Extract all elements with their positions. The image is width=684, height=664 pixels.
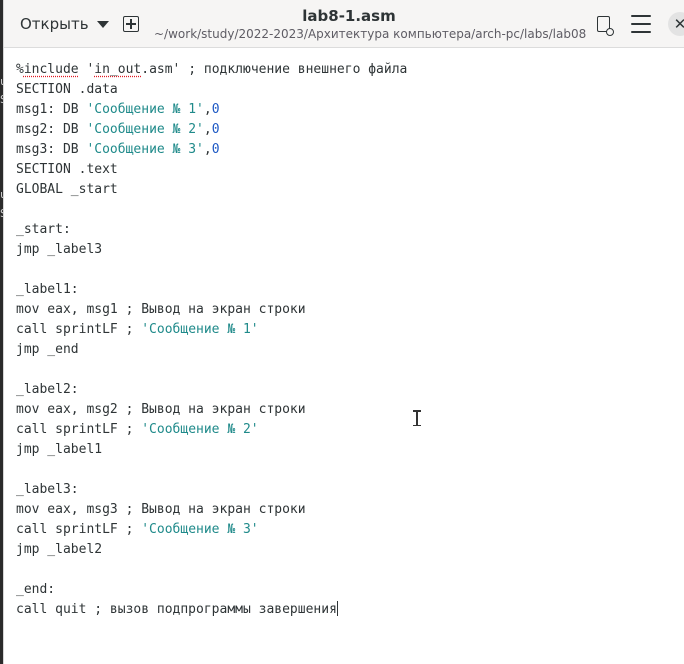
- text-cursor: [336, 601, 338, 616]
- save-document-icon: [596, 16, 614, 36]
- code-text: mov eax, msg1 ; Вывод на экран строки: [16, 302, 306, 317]
- code-text: call quit ; вызов подпрограммы завершени…: [16, 602, 337, 617]
- code-text-area[interactable]: %include 'in_out.asm' ; подключение внеш…: [16, 60, 407, 620]
- code-text: _label3:: [16, 482, 79, 497]
- close-icon: ✕: [673, 15, 684, 33]
- code-text: ,: [203, 102, 212, 117]
- window-title-block: lab8-1.asm ~/work/study/2022-2023/Архите…: [154, 6, 587, 42]
- code-line: mov eax, msg1 ; Вывод на экран строки: [16, 300, 407, 320]
- code-text: GLOBAL _start: [16, 182, 118, 197]
- code-line: jmp _label1: [16, 440, 407, 460]
- code-text: jmp _label2: [16, 542, 103, 557]
- code-text: .asm' ; подключение внешнего файла: [141, 62, 408, 77]
- code-number: 0: [211, 122, 220, 137]
- code-line: _label3:: [16, 480, 407, 500]
- new-tab-button[interactable]: [119, 12, 143, 36]
- hamburger-menu-icon: [631, 23, 651, 25]
- code-line: %include 'in_out.asm' ; подключение внеш…: [16, 60, 407, 80]
- code-text: _start:: [16, 222, 71, 237]
- code-string: 'Сообщение № 3': [141, 522, 259, 537]
- code-text: msg3: DB: [16, 142, 87, 157]
- code-text: %: [16, 62, 24, 77]
- code-line: GLOBAL _start: [16, 180, 407, 200]
- code-line: call sprintLF ; 'Сообщение № 2': [16, 420, 407, 440]
- hamburger-menu-icon: [631, 31, 651, 33]
- code-text: _end:: [16, 582, 56, 597]
- open-button[interactable]: Открыть: [10, 9, 119, 39]
- code-line: msg2: DB 'Сообщение № 2',0: [16, 120, 407, 140]
- chevron-down-icon: [96, 20, 109, 28]
- code-line: jmp _end: [16, 340, 407, 360]
- code-text: SECTION .data: [16, 82, 118, 97]
- code-line: jmp _label2: [16, 540, 407, 560]
- code-text: call sprintLF ;: [16, 322, 142, 337]
- code-text: jmp _end: [16, 342, 79, 357]
- mouse-ibeam-cursor-icon: [413, 410, 421, 426]
- open-button-label: Открыть: [20, 15, 89, 33]
- new-tab-icon: [123, 16, 139, 32]
- main-menu-button[interactable]: [631, 15, 651, 33]
- code-line: jmp _label3: [16, 240, 407, 260]
- code-text: ,: [203, 142, 212, 157]
- code-string: 'Сообщение № 1': [86, 102, 204, 117]
- code-text: _label1:: [16, 282, 79, 297]
- code-text: call sprintLF ;: [16, 522, 142, 537]
- code-text: ': [78, 62, 95, 77]
- code-text: _label2:: [16, 382, 79, 397]
- code-text: jmp _label1: [16, 442, 103, 457]
- code-line: _label2:: [16, 380, 407, 400]
- code-text: msg2: DB: [16, 122, 87, 137]
- code-string: 'Сообщение № 2': [141, 422, 259, 437]
- header-bar: Открыть lab8-1.asm ~/work/study/2022-202…: [4, 0, 684, 48]
- text-editor-window: Открыть lab8-1.asm ~/work/study/2022-202…: [3, 0, 684, 664]
- code-text: SECTION .text: [16, 162, 118, 177]
- code-line: msg1: DB 'Сообщение № 1',0: [16, 100, 407, 120]
- code-line: _end:: [16, 580, 407, 600]
- code-text: mov eax, msg2 ; Вывод на экран строки: [16, 402, 306, 417]
- code-number: 0: [211, 142, 220, 157]
- code-text: call sprintLF ;: [16, 422, 142, 437]
- code-text: msg1: DB: [16, 102, 87, 117]
- code-string: 'Сообщение № 1': [141, 322, 259, 337]
- code-line: SECTION .data: [16, 80, 407, 100]
- document-title: lab8-1.asm: [302, 7, 396, 25]
- code-text: jmp _label3: [16, 242, 103, 257]
- code-line: call quit ; вызов подпрограммы завершени…: [16, 600, 407, 620]
- code-line: _label1:: [16, 280, 407, 300]
- code-line: SECTION .text: [16, 160, 407, 180]
- code-text: mov eax, msg3 ; Вывод на экран строки: [16, 502, 306, 517]
- close-window-button[interactable]: ✕: [668, 12, 684, 36]
- hamburger-menu-icon: [631, 15, 651, 17]
- code-spell-flagged: in_out: [94, 62, 142, 77]
- save-button[interactable]: [591, 12, 615, 36]
- code-string: 'Сообщение № 2': [86, 122, 204, 137]
- code-line: msg3: DB 'Сообщение № 3',0: [16, 140, 407, 160]
- code-line: call sprintLF ; 'Сообщение № 1': [16, 320, 407, 340]
- code-spell-flagged: include: [23, 62, 79, 77]
- code-text: ,: [203, 122, 212, 137]
- code-line: _start:: [16, 220, 407, 240]
- code-editor[interactable]: %include 'in_out.asm' ; подключение внеш…: [4, 48, 684, 664]
- code-line: mov eax, msg3 ; Вывод на экран строки: [16, 500, 407, 520]
- code-line: mov eax, msg2 ; Вывод на экран строки: [16, 400, 407, 420]
- code-number: 0: [211, 102, 220, 117]
- code-line: call sprintLF ; 'Сообщение № 3': [16, 520, 407, 540]
- document-path: ~/work/study/2022-2023/Архитектура компь…: [154, 27, 587, 41]
- code-string: 'Сообщение № 3': [86, 142, 204, 157]
